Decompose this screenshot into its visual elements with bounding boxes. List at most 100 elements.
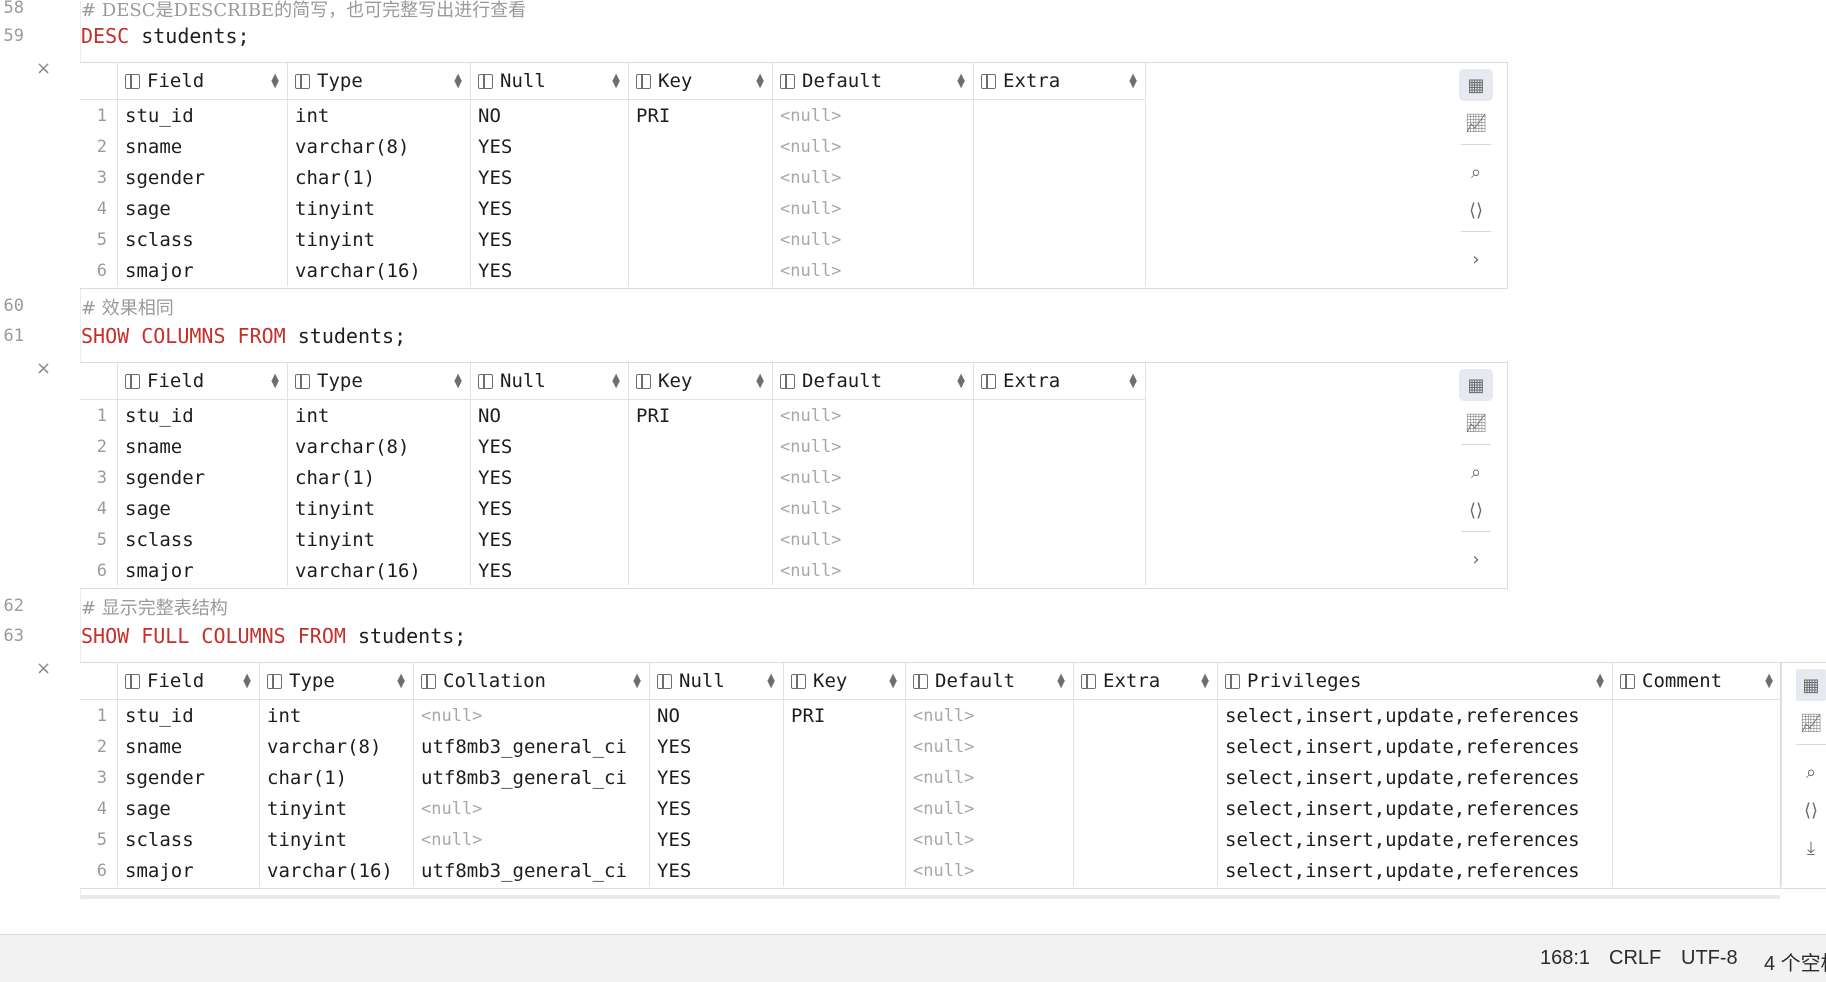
sql-comment[interactable]: # 效果相同 — [81, 294, 174, 320]
table-row[interactable]: 3 sgender char(1) YES <null> — [80, 162, 1146, 193]
column-header[interactable]: Extra ▲ ▼ — [973, 363, 1146, 400]
sort-icon[interactable]: ▲ ▼ — [1596, 673, 1604, 690]
code-view-icon[interactable]: ⟨⟩ — [1459, 194, 1493, 226]
sql-statement[interactable]: SHOW COLUMNS FROM students; — [81, 324, 406, 348]
sort-icon[interactable]: ▲ ▼ — [271, 373, 279, 390]
column-header[interactable]: Type ▲ ▼ — [287, 63, 471, 100]
table-row[interactable]: 4 sage tinyint YES <null> — [80, 193, 1146, 224]
chart-view-icon[interactable]: 📈︎ — [1459, 107, 1493, 139]
sort-icon[interactable]: ▲ ▼ — [756, 73, 764, 90]
sort-icon[interactable]: ▲ ▼ — [397, 673, 405, 690]
table-view-icon[interactable]: ▦ — [1796, 669, 1826, 701]
table-view-icon[interactable]: ▦ — [1459, 69, 1493, 101]
sort-icon[interactable]: ▲ ▼ — [633, 673, 641, 690]
code-view-icon[interactable]: ⟨⟩ — [1796, 794, 1826, 826]
sql-text: students; — [285, 324, 407, 348]
code-view-icon[interactable]: ⟨⟩ — [1459, 494, 1493, 526]
indent-setting[interactable]: 4 个空格 — [1764, 947, 1826, 976]
column-header[interactable]: Null ▲ ▼ — [649, 663, 784, 700]
search-icon[interactable]: ⌕ — [1459, 156, 1493, 188]
sort-icon[interactable]: ▲ ▼ — [767, 673, 775, 690]
sql-text: students; — [345, 624, 467, 648]
cursor-position[interactable]: 168:1 — [1540, 947, 1590, 970]
column-header[interactable]: Extra ▲ ▼ — [973, 63, 1146, 100]
column-header[interactable]: Comment ▲ ▼ — [1612, 663, 1782, 700]
table-row[interactable]: 4 sage tinyint <null> YES <null> select,insert… — [80, 793, 1782, 824]
column-header[interactable]: Default ▲ ▼ — [772, 363, 974, 400]
search-icon[interactable]: ⌕ — [1796, 756, 1826, 788]
sort-icon[interactable]: ▲ ▼ — [454, 373, 462, 390]
line-number: 62 — [3, 596, 24, 616]
column-icon — [267, 673, 282, 689]
table-row[interactable]: 1 stu_id int NO PRI <null> — [80, 399, 1146, 431]
editor-gutter — [0, 0, 81, 900]
column-header[interactable]: Type ▲ ▼ — [287, 363, 471, 400]
table-row[interactable]: 1 stu_id int <null> NO PRI <null> select,insert… — [80, 699, 1782, 731]
table-row[interactable]: 1 stu_id int NO PRI <null> — [80, 99, 1146, 131]
column-header[interactable]: Extra ▲ ▼ — [1073, 663, 1218, 700]
chart-view-icon[interactable]: 📈︎ — [1796, 707, 1826, 739]
table-row[interactable]: 4 sage tinyint YES <null> — [80, 493, 1146, 524]
sort-icon[interactable]: ▲ ▼ — [454, 73, 462, 90]
column-header[interactable]: Key ▲ ▼ — [783, 663, 906, 700]
result-toolbar: ▦ 📈︎ ⌕ ⟨⟩ › — [1452, 63, 1500, 275]
chevron-right-icon[interactable]: › — [1459, 543, 1493, 575]
table-row[interactable]: 6 smajor varchar(16) YES <null> — [80, 255, 1146, 286]
column-header[interactable]: Default ▲ ▼ — [772, 63, 974, 100]
table-row[interactable]: 5 sclass tinyint YES <null> — [80, 224, 1146, 255]
column-header[interactable]: Field ▲ ▼ — [117, 63, 288, 100]
sort-icon[interactable]: ▲ ▼ — [1129, 73, 1137, 90]
result-grid-2[interactable]: Field ▲ ▼ Type ▲ ▼ Null ▲ ▼ Key ▲ ▼ Default ▲ ▼ Ex… — [80, 363, 1146, 586]
sql-statement[interactable]: DESC students; — [81, 24, 250, 48]
table-row[interactable]: 5 sclass tinyint YES <null> — [80, 524, 1146, 555]
sort-icon[interactable]: ▲ ▼ — [1057, 673, 1065, 690]
sort-icon[interactable]: ▲ ▼ — [243, 673, 251, 690]
sort-icon[interactable]: ▲ ▼ — [957, 373, 965, 390]
close-result-icon[interactable]: × — [36, 358, 51, 379]
sort-icon[interactable]: ▲ ▼ — [1765, 673, 1773, 690]
table-row[interactable]: 6 smajor varchar(16) YES <null> — [80, 555, 1146, 586]
file-encoding[interactable]: UTF-8 — [1681, 947, 1738, 970]
sort-icon[interactable]: ▲ ▼ — [612, 373, 620, 390]
table-row[interactable]: 3 sgender char(1) YES <null> — [80, 462, 1146, 493]
table-row[interactable]: 3 sgender char(1) utf8mb3_general_ci YES <nul… — [80, 762, 1782, 793]
column-header[interactable]: Field ▲ ▼ — [117, 663, 260, 700]
status-bar: 168:1 CRLF UTF-8 4 个空格 — [0, 934, 1826, 982]
sort-icon[interactable]: ▲ ▼ — [957, 73, 965, 90]
close-result-icon[interactable]: × — [36, 658, 51, 679]
column-header[interactable]: Privileges ▲ ▼ — [1217, 663, 1613, 700]
sort-icon[interactable]: ▲ ▼ — [612, 73, 620, 90]
chevron-right-icon[interactable]: › — [1459, 243, 1493, 275]
table-row[interactable]: 2 sname varchar(8) YES <null> — [80, 131, 1146, 162]
column-header[interactable]: Null ▲ ▼ — [470, 63, 629, 100]
download-icon[interactable]: ⤓ — [1796, 832, 1826, 864]
table-row[interactable]: 6 smajor varchar(16) utf8mb3_general_ci YES <… — [80, 855, 1782, 886]
table-row[interactable]: 2 sname varchar(8) utf8mb3_general_ci YES <nu… — [80, 731, 1782, 762]
column-header[interactable]: Collation ▲ ▼ — [413, 663, 650, 700]
sql-comment[interactable]: # 显示完整表结构 — [81, 594, 228, 620]
sort-icon[interactable]: ▲ ▼ — [271, 73, 279, 90]
horizontal-scrollbar[interactable] — [80, 895, 1780, 899]
chart-view-icon[interactable]: 📈︎ — [1459, 407, 1493, 439]
sort-icon[interactable]: ▲ ▼ — [1129, 373, 1137, 390]
column-header[interactable]: Key ▲ ▼ — [628, 363, 773, 400]
column-header[interactable]: Key ▲ ▼ — [628, 63, 773, 100]
result-grid-1[interactable]: Field ▲ ▼ Type ▲ ▼ Null ▲ ▼ Key ▲ ▼ Default ▲ ▼ Ex… — [80, 63, 1146, 286]
sql-statement[interactable]: SHOW FULL COLUMNS FROM students; — [81, 624, 466, 648]
sort-icon[interactable]: ▲ ▼ — [756, 373, 764, 390]
sort-icon[interactable]: ▲ ▼ — [889, 673, 897, 690]
result-grid-3[interactable]: Field ▲ ▼ Type ▲ ▼ Collation ▲ ▼ Null ▲ ▼ Key ▲ ▼ … — [80, 663, 1782, 886]
close-result-icon[interactable]: × — [36, 58, 51, 79]
line-ending[interactable]: CRLF — [1609, 947, 1661, 970]
sql-comment[interactable]: # DESC是DESCRIBE的简写，也可完整写出进行查看 — [81, 0, 526, 22]
table-view-icon[interactable]: ▦ — [1459, 369, 1493, 401]
column-header[interactable]: Field ▲ ▼ — [117, 363, 288, 400]
sort-icon[interactable]: ▲ ▼ — [1201, 673, 1209, 690]
search-icon[interactable]: ⌕ — [1459, 456, 1493, 488]
column-header[interactable]: Null ▲ ▼ — [470, 363, 629, 400]
column-header[interactable]: Type ▲ ▼ — [259, 663, 414, 700]
column-icon — [780, 373, 795, 389]
table-row[interactable]: 2 sname varchar(8) YES <null> — [80, 431, 1146, 462]
table-row[interactable]: 5 sclass tinyint <null> YES <null> select,inse… — [80, 824, 1782, 855]
column-header[interactable]: Default ▲ ▼ — [905, 663, 1074, 700]
